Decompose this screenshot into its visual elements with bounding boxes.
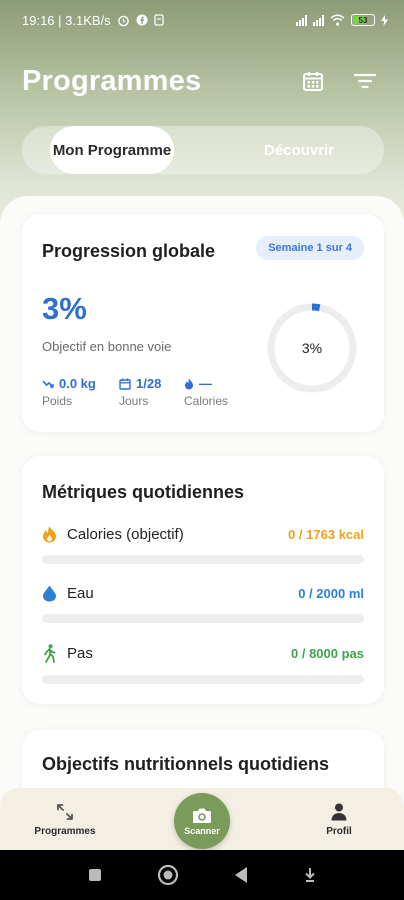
nav-programmes-label: Programmes: [34, 826, 96, 837]
signal-icon-2: [313, 14, 324, 26]
nav-profil-label: Profil: [326, 826, 352, 837]
status-time: 19:16 | 3.1KB/s: [22, 12, 111, 28]
battery-icon: 53: [351, 14, 375, 26]
metric-water-row: Eau 0 / 2000 ml: [42, 585, 364, 602]
metric-calories-row: Calories (objectif) 0 / 1763 kcal: [42, 526, 364, 543]
recent-apps-icon[interactable]: [87, 867, 103, 883]
header-actions: [300, 68, 382, 94]
metric-water-left: Eau: [42, 585, 94, 602]
flame-icon: [43, 526, 56, 543]
scanner-button[interactable]: Scanner: [174, 793, 230, 849]
nav-programmes[interactable]: Programmes: [0, 788, 130, 837]
metric-calories-left: Calories (objectif): [42, 526, 184, 543]
metric-water: Eau 0 / 2000 ml: [42, 585, 364, 623]
person-icon: [331, 803, 347, 821]
battery-level: 53: [358, 15, 368, 25]
stat-days-value: 1/28: [136, 376, 162, 391]
stat-calories-label: Calories: [184, 394, 229, 408]
stat-calories-value: —: [199, 376, 212, 391]
stat-days-label: Jours: [119, 394, 149, 408]
signal-icon: [296, 14, 307, 26]
progress-percent: 3%: [42, 291, 87, 326]
water-drop-icon: [43, 585, 56, 602]
status-left: 19:16 | 3.1KB/s: [22, 13, 164, 28]
metric-calories-track: [42, 555, 364, 564]
stat-days: 1/28 Jours: [119, 376, 161, 408]
filter-icon: [354, 73, 376, 89]
nutrition-card-title: Objectifs nutritionnels quotidiens: [42, 754, 330, 774]
metrics-card-title: Métriques quotidiennes: [42, 482, 245, 502]
stat-weight-value: 0.0 kg: [59, 376, 96, 391]
tab-decouvrir[interactable]: Découvrir: [174, 126, 384, 174]
progress-ring: 3%: [266, 302, 358, 394]
metric-steps-row: Pas 0 / 8000 pas: [42, 644, 364, 663]
metric-steps-label: Pas: [67, 645, 93, 662]
metric-calories: Calories (objectif) 0 / 1763 kcal: [42, 526, 364, 564]
stat-weight: 0.0 kg Poids: [42, 376, 96, 408]
tab-mon-programme[interactable]: Mon Programme: [50, 126, 174, 174]
metric-steps-track: [42, 675, 364, 684]
alarm-icon: [117, 15, 129, 26]
progress-status: Objectif en bonne voie: [42, 339, 172, 354]
metric-calories-label: Calories (objectif): [67, 526, 184, 543]
progress-ring-label: 3%: [301, 340, 323, 356]
metrics-card: Métriques quotidiennes Calories (objecti…: [22, 456, 384, 704]
progress-card: Progression globale Semaine 1 sur 4 3% O…: [22, 214, 384, 432]
camera-icon: [193, 808, 211, 823]
stat-days-value-row: 1/28: [119, 376, 161, 391]
stat-weight-value-row: 0.0 kg: [42, 376, 96, 391]
metric-water-track: [42, 614, 364, 623]
arrows-expand-icon: [57, 804, 73, 820]
status-right: 53: [296, 14, 388, 26]
week-badge-label: Semaine 1 sur 4: [256, 236, 364, 260]
nav-profil[interactable]: Profil: [274, 788, 404, 837]
system-nav-bar: [0, 850, 404, 900]
home-icon[interactable]: [157, 864, 179, 886]
status-bar: 19:16 | 3.1KB/s 53: [0, 0, 404, 40]
stat-calories: — Calories: [184, 376, 228, 408]
download-icon[interactable]: [303, 867, 317, 883]
progress-card-title: Progression globale: [42, 241, 216, 261]
calendar-icon: [303, 72, 323, 91]
metric-calories-value: 0 / 1763 kcal: [288, 527, 364, 542]
back-icon[interactable]: [233, 866, 249, 884]
charging-icon: [381, 14, 388, 26]
storage-icon: [154, 14, 164, 26]
stat-weight-label: Poids: [42, 394, 73, 408]
metric-steps: Pas 0 / 8000 pas: [42, 644, 364, 684]
facebook-icon: [136, 14, 148, 26]
filter-button[interactable]: [352, 68, 378, 94]
program-tabs: Mon Programme Découvrir: [22, 126, 384, 174]
flame-icon: [185, 378, 193, 389]
calendar-button[interactable]: [300, 68, 326, 94]
metric-steps-value: 0 / 8000 pas: [291, 646, 364, 661]
calendar-icon: [119, 378, 131, 390]
page-header: Programmes: [22, 58, 382, 104]
scanner-label: Scanner: [184, 825, 220, 836]
page-title: Programmes: [22, 64, 202, 97]
metric-steps-left: Pas: [42, 644, 93, 663]
metric-water-value: 0 / 2000 ml: [298, 586, 364, 601]
walk-icon: [44, 644, 56, 663]
wifi-icon: [330, 14, 345, 26]
week-badge: Semaine 1 sur 4: [256, 236, 364, 260]
stat-calories-value-row: —: [184, 376, 228, 391]
metric-water-label: Eau: [67, 585, 94, 602]
trend-icon: [42, 379, 54, 388]
